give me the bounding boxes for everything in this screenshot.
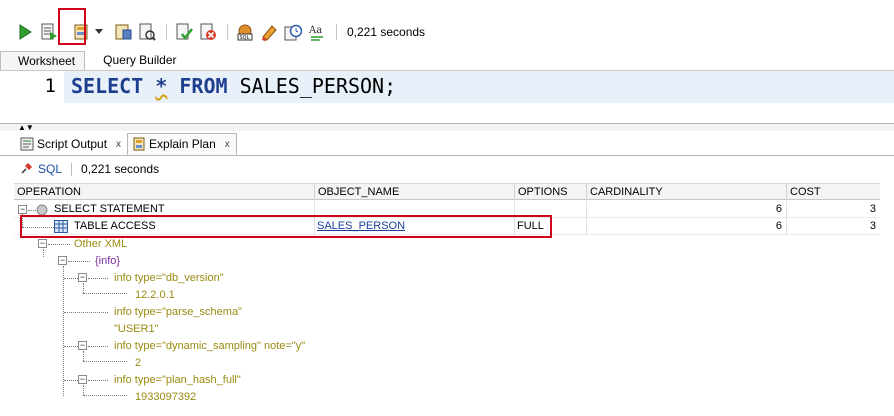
collapse-arrows-icon[interactable]: ▲▼ [18, 124, 34, 132]
col-cardinality[interactable]: CARDINALITY [586, 184, 786, 200]
worksheet-tabs: Worksheet Query Builder [0, 51, 894, 71]
tree-connector [88, 380, 108, 381]
results-elapsed: 0,221 seconds [81, 162, 160, 176]
toolbar-separator [166, 24, 167, 40]
info-entry-value: 1933097392 [135, 391, 197, 403]
info-root-node[interactable]: {info} [95, 253, 295, 270]
tab-explain-plan[interactable]: Explain Plan x [127, 133, 237, 155]
keyword-select: SELECT [71, 74, 144, 98]
commit-icon[interactable] [173, 21, 195, 43]
toolbar-separator [227, 24, 228, 40]
info-entry-key[interactable]: info type="dynamic_sampling" note="y" [114, 338, 414, 355]
tree-connector [43, 249, 44, 257]
collapse-toggle-icon[interactable]: − [78, 273, 87, 282]
cell-cost: 3 [786, 201, 880, 218]
tree-connector [68, 261, 90, 262]
tree-connector [48, 244, 70, 245]
dropdown-arrow-icon[interactable] [94, 21, 104, 43]
tree-connector [64, 380, 78, 381]
tree-connector [83, 293, 127, 294]
highlight-table-access-row [20, 215, 552, 238]
info-entry-value: 12.2.0.1 [135, 289, 175, 301]
toolbar-separator [336, 24, 337, 40]
highlight-explain-plan [58, 8, 86, 45]
tree-connector [64, 278, 78, 279]
tree-connector [88, 346, 108, 347]
cell-cost: 3 [786, 218, 880, 235]
tree-connector [83, 361, 127, 362]
tree-connector [28, 210, 36, 211]
autotrace-icon[interactable] [112, 21, 134, 43]
results-toolbar: SQL 0,221 seconds [0, 157, 894, 181]
info-entry-value: 2 [135, 357, 142, 369]
tree-connector [64, 312, 108, 313]
collapse-toggle-icon[interactable]: − [38, 239, 47, 248]
close-icon[interactable]: x [225, 139, 230, 150]
clear-icon[interactable] [258, 21, 280, 43]
code-line[interactable]: SELECT * FROM SALES_PERSON; [64, 71, 894, 103]
collapse-toggle-icon[interactable]: − [18, 205, 27, 214]
collapse-toggle-icon[interactable]: − [78, 375, 87, 384]
editor-toolbar: SQL Aa 0,221 seconds [0, 14, 894, 50]
info-entry-value: "USER1" [114, 323, 159, 335]
tree-connector [63, 266, 64, 396]
tree-connector [83, 395, 127, 396]
splitter[interactable]: ▲▼ [0, 123, 894, 132]
info-entry-key[interactable]: info type="plan_hash_full" [114, 372, 414, 389]
cell-cardinality: 6 [586, 201, 786, 218]
keyword-from: FROM [179, 74, 228, 98]
plan-header: OPERATION OBJECT_NAME OPTIONS CARDINALIT… [14, 183, 880, 200]
unshared-sql-icon[interactable]: SQL [234, 21, 256, 43]
format-text-icon[interactable]: Aa [306, 21, 328, 43]
tree-connector [88, 278, 108, 279]
elapsed-time: 0,221 seconds [347, 25, 426, 39]
svg-text:Aa: Aa [308, 25, 322, 36]
tab-worksheet[interactable]: Worksheet [0, 51, 86, 70]
close-icon[interactable]: x [116, 139, 121, 150]
col-cost[interactable]: COST [786, 184, 880, 200]
pin-icon[interactable] [20, 161, 34, 178]
sql-editor[interactable]: 1 SELECT * FROM SALES_PERSON; [0, 71, 894, 123]
table-name: SALES_PERSON; [239, 74, 397, 98]
rollback-icon[interactable] [197, 21, 219, 43]
tab-script-output[interactable]: Script Output x [16, 133, 127, 155]
tab-query-builder[interactable]: Query Builder [85, 51, 185, 70]
sql-link[interactable]: SQL [38, 162, 62, 176]
other-xml-node[interactable]: Other XML [74, 236, 274, 253]
col-operation[interactable]: OPERATION [14, 184, 314, 200]
info-entry-key[interactable]: info type="parse_schema" [114, 304, 414, 321]
line-number: 1 [44, 75, 56, 97]
explain-plan-grid: OPERATION OBJECT_NAME OPTIONS CARDINALIT… [14, 183, 880, 403]
tab-explain-plan-label: Explain Plan [149, 137, 216, 151]
run-script-icon[interactable] [38, 21, 60, 43]
tree-connector [83, 283, 84, 293]
separator [71, 162, 73, 176]
col-options[interactable]: OPTIONS [514, 184, 586, 200]
svg-text:SQL: SQL [240, 35, 250, 41]
collapse-toggle-icon[interactable]: − [58, 256, 67, 265]
cell-cardinality: 6 [586, 218, 786, 235]
explain-plan-tab-icon [132, 137, 146, 151]
tree-connector [83, 385, 84, 395]
tree-connector [64, 346, 78, 347]
output-tabs: Script Output x Explain Plan x [0, 132, 894, 156]
script-output-icon [20, 137, 34, 151]
asterisk: * [155, 74, 168, 98]
col-object-name[interactable]: OBJECT_NAME [314, 184, 514, 200]
tree-connector [83, 351, 84, 361]
run-statement-icon[interactable] [14, 21, 36, 43]
info-entry-key[interactable]: info type="db_version" [114, 270, 414, 287]
collapse-toggle-icon[interactable]: − [78, 341, 87, 350]
sql-history-icon[interactable] [282, 21, 304, 43]
tab-script-output-label: Script Output [37, 137, 108, 151]
sql-tuning-icon[interactable] [136, 21, 158, 43]
